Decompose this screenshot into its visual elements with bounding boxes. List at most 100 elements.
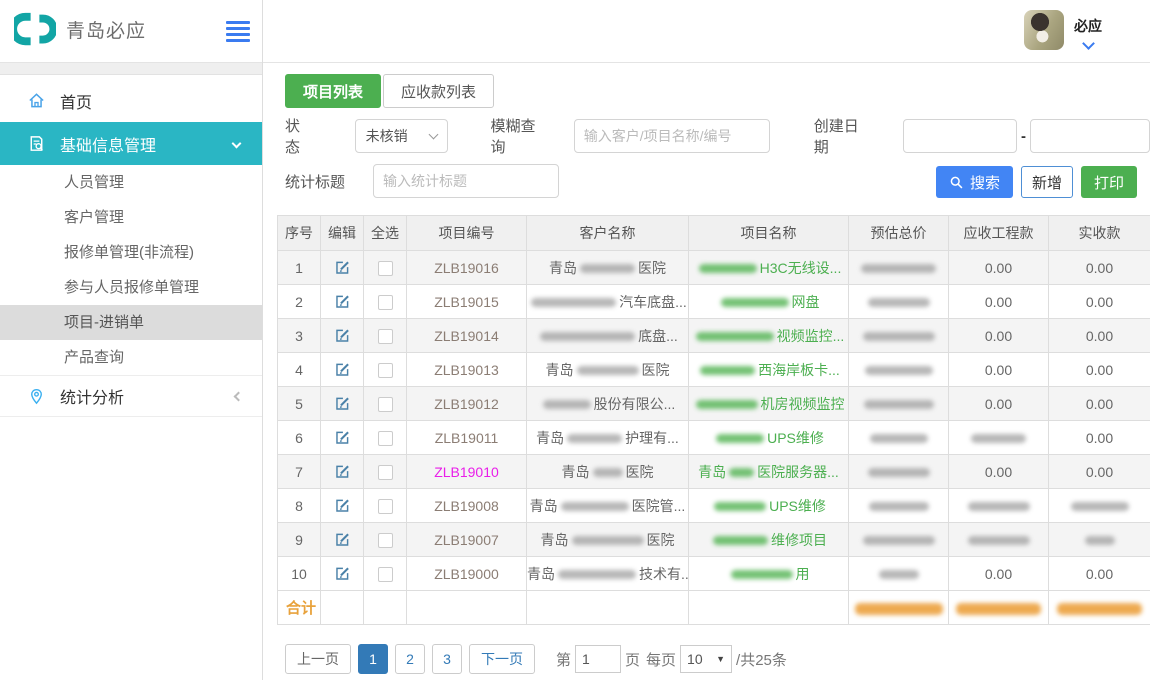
header-col-edit: 编辑 — [321, 216, 364, 251]
row-checkbox[interactable] — [378, 499, 393, 514]
sidebar-item-personnel-mgmt[interactable]: 人员管理 — [0, 165, 262, 200]
page-button-2[interactable]: 2 — [395, 644, 425, 674]
edit-icon[interactable] — [334, 531, 351, 548]
redacted-blur — [572, 536, 644, 545]
cell-est-total — [849, 489, 949, 523]
row-checkbox[interactable] — [378, 465, 393, 480]
redacted-blur — [713, 536, 768, 545]
sidebar-divider — [262, 0, 263, 680]
home-icon — [26, 91, 46, 110]
cell-receivable: 0.00 — [949, 387, 1049, 421]
redacted-blur — [870, 434, 928, 443]
total-received — [1049, 591, 1150, 625]
cell-project-name: 青岛医院服务器... — [689, 455, 849, 489]
redacted-blur — [540, 332, 635, 341]
cell-project-code: ZLB19012 — [407, 387, 527, 421]
redacted-blur — [700, 366, 755, 375]
cell-checkbox — [364, 421, 407, 455]
tab-project-list[interactable]: 项目列表 — [285, 74, 381, 108]
total-empty — [321, 591, 364, 625]
user-menu[interactable]: 必应 — [1024, 10, 1102, 50]
search-button[interactable]: 搜索 — [936, 166, 1013, 198]
tab-receivables-list[interactable]: 应收款列表 — [383, 74, 494, 108]
edit-icon[interactable] — [334, 361, 351, 378]
cell-checkbox — [364, 557, 407, 591]
prev-page-button[interactable]: 上一页 — [285, 644, 351, 674]
per-page-select[interactable]: 10 ▼ — [680, 645, 732, 673]
row-checkbox[interactable] — [378, 431, 393, 446]
user-avatar[interactable] — [1024, 10, 1064, 50]
cell-customer-name: 青岛医院 — [527, 455, 689, 489]
cell-edit — [321, 251, 364, 285]
row-checkbox[interactable] — [378, 567, 393, 582]
cell-checkbox — [364, 319, 407, 353]
cell-edit — [321, 523, 364, 557]
row-checkbox[interactable] — [378, 329, 393, 344]
sidebar-item-label: 基础信息管理 — [60, 132, 233, 156]
status-select-value: 未核销 — [366, 126, 408, 146]
sidebar-item-basic-info-mgmt[interactable]: 基础信息管理 — [0, 122, 262, 165]
total-receivable — [949, 591, 1049, 625]
end-date-input[interactable] — [1030, 119, 1150, 153]
page-button-1[interactable]: 1 — [358, 644, 388, 674]
menu-toggle-icon[interactable] — [226, 21, 250, 45]
sidebar-item-product-query[interactable]: 产品查询 — [0, 340, 262, 375]
sidebar-item-statistics-analysis[interactable]: 统计分析 — [0, 375, 262, 417]
search-button-label: 搜索 — [970, 172, 1000, 193]
chevron-left-icon — [234, 391, 244, 401]
create-date-label: 创建日期 — [814, 115, 869, 157]
header-col-select-all: 全选 — [364, 216, 407, 251]
sidebar-item-customer-mgmt[interactable]: 客户管理 — [0, 200, 262, 235]
chevron-down-icon[interactable] — [1082, 37, 1095, 50]
print-button-label: 打印 — [1094, 172, 1124, 193]
row-checkbox[interactable] — [378, 295, 393, 310]
table-row: 5ZLB19012股份有限公...机房视频监控0.000.00 — [278, 387, 1150, 421]
sidebar-item-participant-repair-order-mgmt[interactable]: 参与人员报修单管理 — [0, 270, 262, 305]
edit-icon[interactable] — [334, 259, 351, 276]
row-checkbox[interactable] — [378, 533, 393, 548]
print-button[interactable]: 打印 — [1081, 166, 1137, 198]
edit-icon[interactable] — [334, 395, 351, 412]
edit-icon[interactable] — [334, 327, 351, 344]
sidebar-item-label: 统计分析 — [60, 384, 235, 408]
header-col-project-name: 项目名称 — [689, 216, 849, 251]
pin-icon — [26, 387, 46, 406]
sidebar-item-project-invoice[interactable]: 项目-进销单 — [0, 305, 262, 340]
cell-row-number: 5 — [278, 387, 321, 421]
app-title: 青岛必应 — [66, 16, 146, 43]
page-button-3[interactable]: 3 — [432, 644, 462, 674]
edit-icon[interactable] — [334, 565, 351, 582]
row-checkbox[interactable] — [378, 261, 393, 276]
edit-icon[interactable] — [334, 497, 351, 514]
fuzzy-search-label: 模糊查询 — [490, 115, 545, 157]
total-empty — [364, 591, 407, 625]
row-checkbox[interactable] — [378, 363, 393, 378]
total-empty — [527, 591, 689, 625]
redacted-blur — [956, 603, 1041, 615]
sidebar-item-home[interactable]: 首页 — [0, 79, 262, 122]
add-button[interactable]: 新增 — [1021, 166, 1073, 198]
cell-project-name: 西海岸板卡... — [689, 353, 849, 387]
filter-row-2: 统计标题 — [285, 164, 559, 198]
edit-icon[interactable] — [334, 293, 351, 310]
cell-checkbox — [364, 285, 407, 319]
redacted-blur — [696, 332, 774, 341]
page-number-input[interactable] — [575, 645, 621, 673]
start-date-input[interactable] — [903, 119, 1017, 153]
row-checkbox[interactable] — [378, 397, 393, 412]
cell-checkbox — [364, 523, 407, 557]
redacted-blur — [863, 332, 935, 341]
fuzzy-search-input[interactable] — [574, 119, 770, 153]
cell-project-code: ZLB19016 — [407, 251, 527, 285]
cell-customer-name: 青岛医院管... — [527, 489, 689, 523]
stats-title-input[interactable] — [373, 164, 559, 198]
redacted-blur — [864, 400, 934, 409]
status-select[interactable]: 未核销 — [355, 119, 449, 153]
cell-est-total — [849, 523, 949, 557]
cell-received: 0.00 — [1049, 557, 1150, 591]
edit-icon[interactable] — [334, 429, 351, 446]
sidebar-item-repair-order-mgmt[interactable]: 报修单管理(非流程) — [0, 235, 262, 270]
edit-icon[interactable] — [334, 463, 351, 480]
cell-row-number: 1 — [278, 251, 321, 285]
next-page-button[interactable]: 下一页 — [469, 644, 535, 674]
